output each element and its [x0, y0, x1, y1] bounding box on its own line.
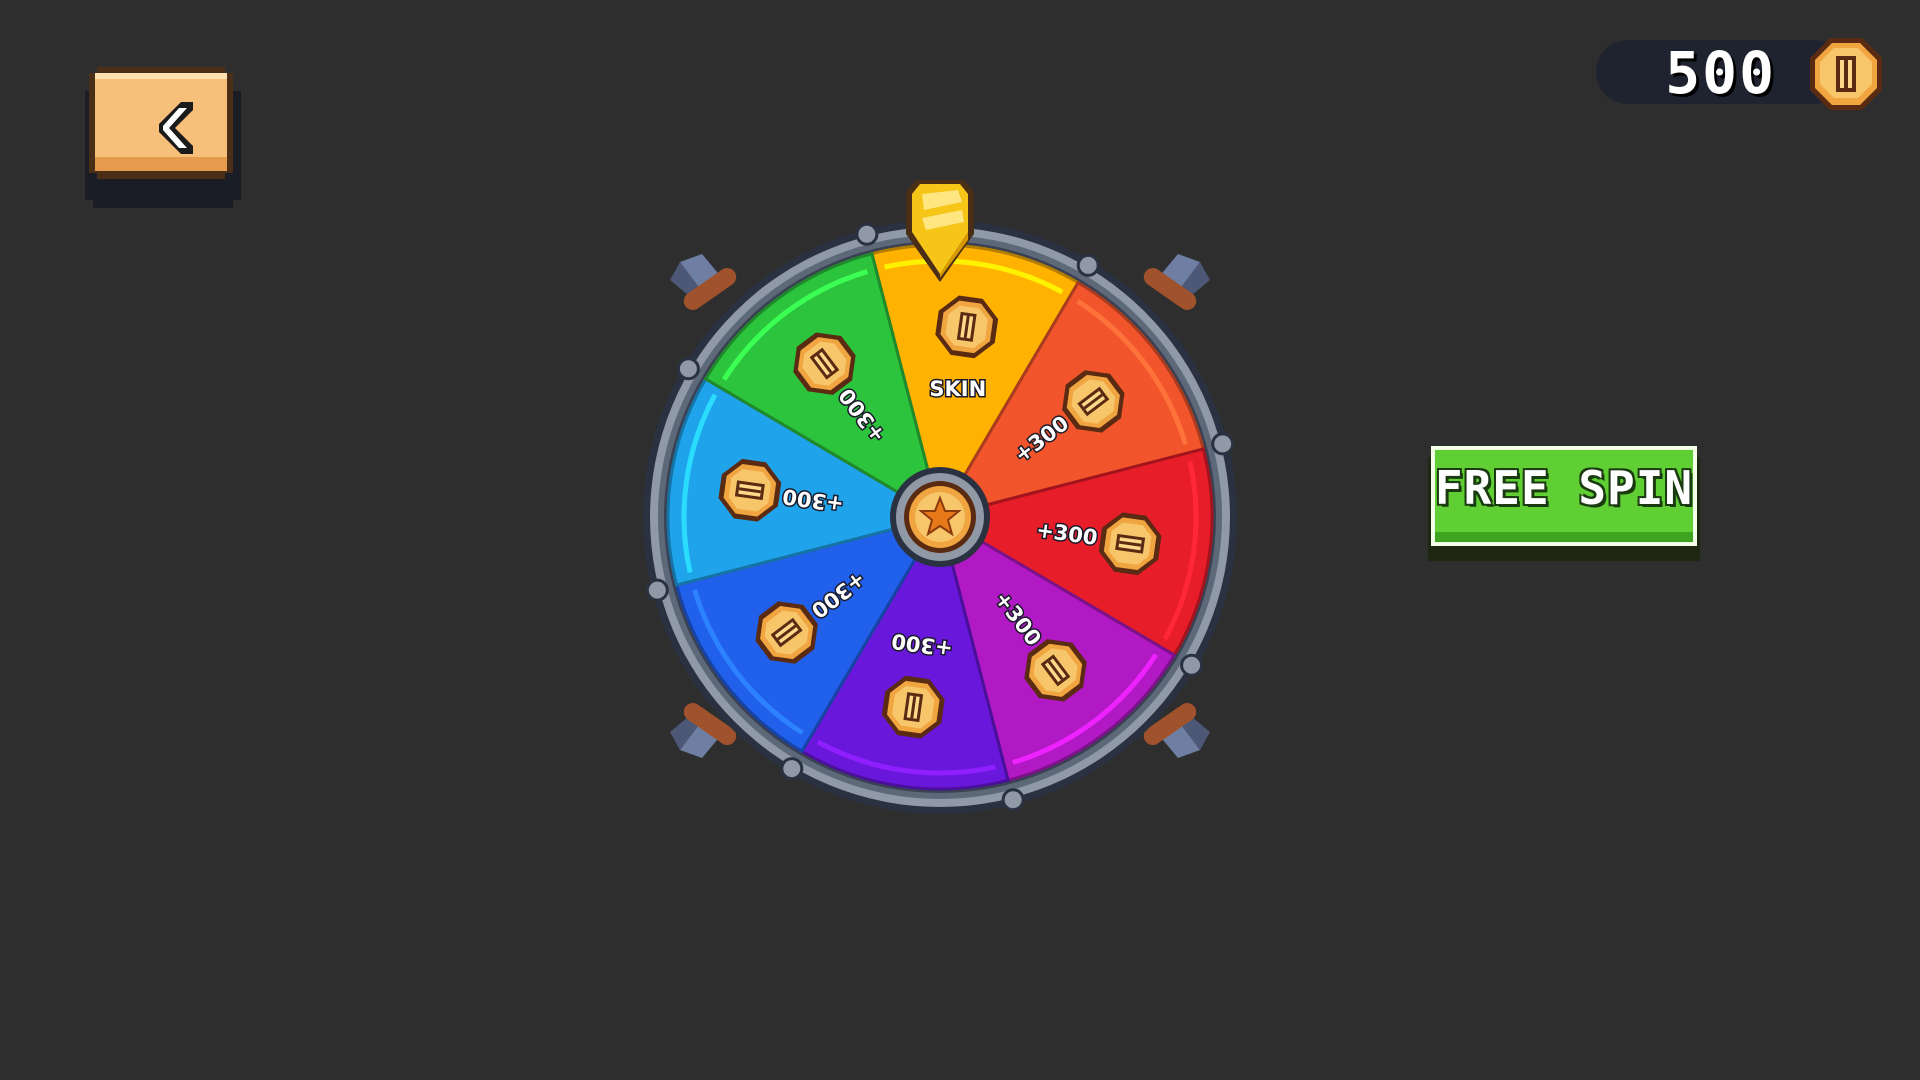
back-button-face: [95, 73, 227, 171]
coin-icon: [1810, 38, 1882, 110]
wheel-stand-top-left: [670, 254, 737, 311]
prize-wheel[interactable]: SKIN +300 +300 +300 +300 +300 +300 +300: [640, 170, 1240, 830]
wheel-rivet: [1180, 653, 1204, 677]
coin-counter: 500: [1596, 38, 1886, 110]
prize-wheel-graphic: SKIN+300+300+300+300+300+300+300: [643, 180, 1237, 814]
wheel-rivet: [855, 222, 879, 246]
coin-count: 500: [1665, 39, 1776, 107]
wheel-rivet: [780, 757, 804, 781]
chevron-left-icon: [159, 102, 193, 154]
free-spin-button[interactable]: FREE SPIN: [1428, 443, 1700, 561]
wheel-rivet: [1211, 432, 1235, 456]
free-spin-label: FREE SPIN: [1434, 461, 1694, 515]
back-button[interactable]: [85, 63, 241, 208]
wheel-segment-label: SKIN: [929, 377, 986, 401]
wheel-rivet: [645, 578, 669, 602]
wheel-stand-top-right: [1143, 254, 1210, 311]
wheel-rivet: [1076, 253, 1100, 277]
wheel-rivet: [676, 357, 700, 381]
wheel-rivet: [1001, 788, 1025, 812]
game-screen: 500 SKIN +300 +300 +300 +300 +300 +300 +…: [0, 0, 1920, 1080]
